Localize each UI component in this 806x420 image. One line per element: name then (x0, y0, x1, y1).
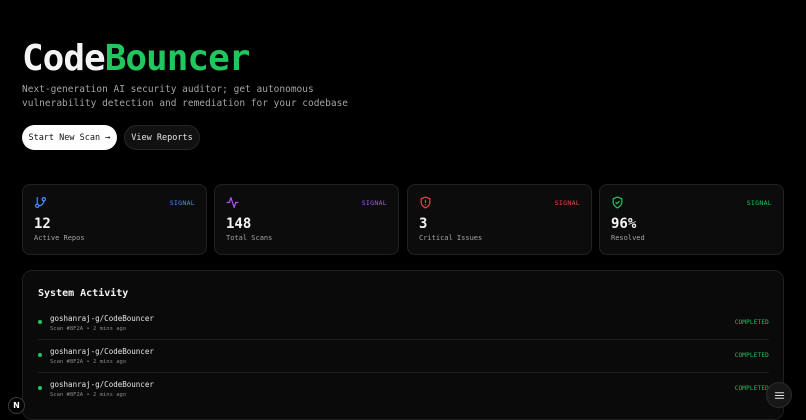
stat-label: Active Repos (34, 234, 85, 242)
signal-label: SIGNAL (361, 199, 387, 207)
stat-value: 96% (611, 216, 637, 232)
hero-subtitle: Next-generation AI security auditor; get… (22, 83, 349, 111)
status-dot-icon (38, 386, 42, 390)
stat-value: 148 (226, 216, 252, 232)
system-activity-title: System Activity (38, 288, 129, 299)
stat-label: Critical Issues (419, 234, 483, 242)
stat-value: 3 (419, 216, 428, 232)
activity-repo: goshanraj-g/CodeBouncer (50, 347, 154, 356)
app-title: CodeBouncer (22, 38, 251, 80)
menu-button[interactable] (766, 382, 792, 408)
arrow-right-icon: → (105, 132, 111, 143)
view-reports-button[interactable]: View Reports (124, 125, 200, 150)
signal-label: SIGNAL (169, 199, 195, 207)
status-dot-icon (38, 320, 42, 324)
signal-label: SIGNAL (554, 199, 580, 207)
activity-repo: goshanraj-g/CodeBouncer (50, 314, 154, 323)
status-dot-icon (38, 353, 42, 357)
view-reports-label: View Reports (131, 132, 193, 143)
stat-value: 12 (34, 216, 51, 232)
shield-alert-icon (420, 196, 431, 209)
activity-icon (226, 197, 239, 208)
start-new-scan-label: Start New Scan (28, 132, 101, 143)
stat-card-critical-issues: SIGNAL 3 Critical Issues (407, 184, 592, 255)
signal-label: SIGNAL (746, 199, 772, 207)
stat-label: Resolved (611, 234, 645, 242)
stat-card-resolved: SIGNAL 96% Resolved (599, 184, 784, 255)
framework-badge-letter: N (13, 401, 20, 410)
system-activity-panel: System Activity goshanraj-g/CodeBouncer … (22, 270, 784, 420)
stat-card-active-repos: SIGNAL 12 Active Repos (22, 184, 207, 255)
activity-meta: Scan #8F2A • 2 mins ago (50, 326, 127, 332)
activity-row[interactable]: goshanraj-g/CodeBouncer Scan #8F2A • 2 m… (38, 373, 769, 406)
subtitle-line-2: vulnerability detection and remediation … (22, 98, 349, 109)
shield-check-icon (612, 196, 623, 209)
activity-repo: goshanraj-g/CodeBouncer (50, 380, 154, 389)
activity-meta: Scan #8F2A • 2 mins ago (50, 359, 127, 365)
status-badge: COMPLETED (734, 352, 769, 359)
git-branch-icon (35, 197, 46, 208)
start-new-scan-button[interactable]: Start New Scan → (22, 125, 117, 150)
activity-meta: Scan #8F2A • 2 mins ago (50, 392, 127, 398)
stat-card-total-scans: SIGNAL 148 Total Scans (214, 184, 399, 255)
app-title-part2: Bouncer (104, 38, 251, 79)
app-title-part1: Code (22, 38, 106, 79)
status-badge: COMPLETED (734, 385, 769, 392)
status-badge: COMPLETED (734, 319, 769, 326)
stat-label: Total Scans (226, 234, 273, 242)
framework-badge[interactable]: N (8, 397, 25, 414)
activity-row[interactable]: goshanraj-g/CodeBouncer Scan #8F2A • 2 m… (38, 307, 769, 340)
menu-icon (774, 391, 784, 399)
subtitle-line-1: Next-generation AI security auditor; get… (22, 84, 314, 95)
activity-row[interactable]: goshanraj-g/CodeBouncer Scan #8F2A • 2 m… (38, 340, 769, 373)
